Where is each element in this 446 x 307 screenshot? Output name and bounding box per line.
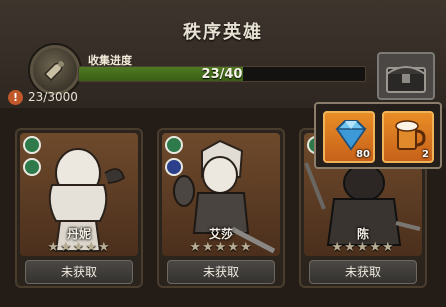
reward-popup: 80 2 xyxy=(314,102,442,169)
points-text: 23/3000 xyxy=(28,90,78,104)
collection-progress-bar: 23/40 xyxy=(78,66,366,82)
page-title: 秩序英雄 xyxy=(183,22,263,43)
star-rating: ★★★★★ xyxy=(189,240,253,255)
tree-icon xyxy=(165,136,183,154)
trumpet-icon xyxy=(43,60,65,82)
hero-portrait: 丹妮 ★★★★★ xyxy=(20,133,138,256)
reward-chest-button[interactable] xyxy=(377,52,435,100)
sprout-icon xyxy=(23,158,41,176)
collection-progress-text: 23/40 xyxy=(201,67,243,82)
diamond-icon xyxy=(335,120,367,151)
chest-icon xyxy=(386,66,426,93)
tree-icon xyxy=(23,136,41,154)
points-indicator: ! 23/3000 xyxy=(8,88,78,106)
reward-qty: 2 xyxy=(422,149,429,160)
shield-icon xyxy=(165,158,183,176)
reward-item-diamond[interactable]: 80 xyxy=(323,111,375,163)
alert-icon: ! xyxy=(8,89,23,105)
beer-mug-icon xyxy=(395,120,426,150)
unobtained-button[interactable]: 未获取 xyxy=(167,260,275,284)
star-rating: ★★★★★ xyxy=(47,240,111,255)
reward-item-beer[interactable]: 2 xyxy=(382,111,434,163)
star-rating: ★★★★★ xyxy=(331,240,395,255)
unobtained-button[interactable]: 未获取 xyxy=(309,260,417,284)
reward-qty: 80 xyxy=(356,149,370,160)
hero-card[interactable]: 丹妮 ★★★★★ 未获取 xyxy=(15,128,143,288)
hero-card[interactable]: 艾莎 ★★★★★ 未获取 xyxy=(157,128,285,288)
unobtained-button[interactable]: 未获取 xyxy=(25,260,133,284)
hero-portrait: 艾莎 ★★★★★ xyxy=(162,133,280,256)
